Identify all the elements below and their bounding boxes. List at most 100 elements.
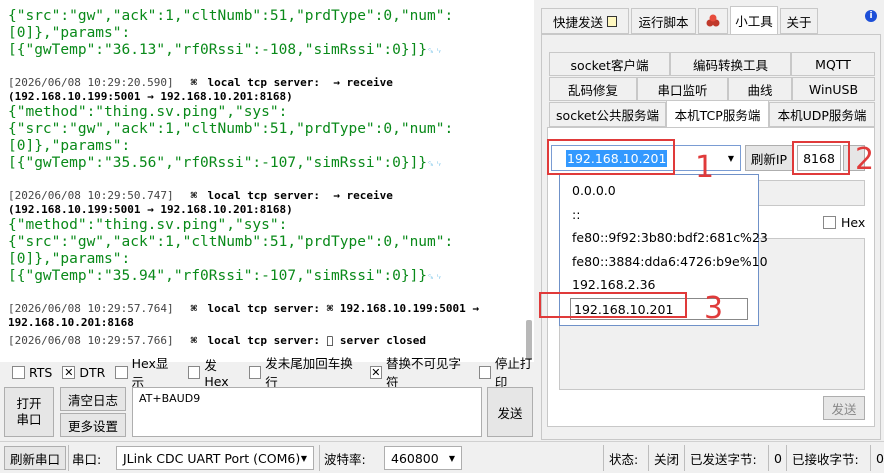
option-label: 替换不可见字符 bbox=[386, 356, 462, 390]
log-address-line: (192.168.10.199:5001 → 192.168.10.201:81… bbox=[8, 90, 293, 103]
option-5-checkbox[interactable]: ✕ 替换不可见字符 bbox=[369, 356, 469, 390]
unchecked-icon[interactable] bbox=[248, 365, 262, 379]
tab-curve[interactable]: 曲线 bbox=[728, 77, 792, 101]
note-icon bbox=[607, 15, 617, 27]
log-json-text: [{"gwTemp":"36.13","rf0Rssi":-108,"simRs… bbox=[8, 42, 428, 58]
log-json-line: {"method":"thing.sv.ping","sys": bbox=[8, 217, 287, 234]
log-json-line: {"method":"thing.sv.ping","sys": bbox=[8, 104, 287, 121]
option-3-checkbox[interactable]: 发Hex bbox=[188, 358, 239, 389]
option-4-checkbox[interactable]: 发未尾加回车换行 bbox=[248, 356, 360, 390]
annotation-number-2: 2 bbox=[855, 142, 875, 177]
log-address-line: (192.168.10.199:5001 → 192.168.10.201:81… bbox=[8, 203, 293, 216]
recv-bytes-label: 已接收字节: bbox=[792, 451, 859, 467]
tab-socket-public-server[interactable]: socket公共服务端 bbox=[549, 102, 666, 127]
options-row: RTS ✕ DTR Hex显示 发Hex 发未尾加回车换行 ✕ 替换不可见字符 停止打印 bbox=[12, 356, 542, 390]
ip-option[interactable]: :: bbox=[572, 204, 750, 226]
tab-local-udp-server[interactable]: 本机UDP服务端 bbox=[769, 102, 875, 127]
hex-label: Hex bbox=[841, 215, 866, 230]
option-label: 发未尾加回车换行 bbox=[265, 356, 353, 390]
server-send-button[interactable]: 发送 bbox=[823, 396, 865, 420]
hex-checkbox-box[interactable] bbox=[823, 216, 836, 229]
log-event-text: local tcp server: → receive bbox=[207, 189, 393, 202]
log-address-line: 192.168.10.201:8168 bbox=[8, 316, 134, 329]
chevron-down-icon: ▼ bbox=[300, 453, 307, 463]
divider bbox=[786, 445, 787, 471]
option-0-checkbox[interactable]: RTS bbox=[12, 363, 52, 381]
crlf-marker: ␍␊ bbox=[427, 47, 444, 57]
log-json-line: [{"gwTemp":"35.94","rf0Rssi":-107,"simRs… bbox=[8, 268, 443, 285]
log-json-text: {"src":"gw","ack":1,"cltNumb":51,"prdTyp… bbox=[8, 121, 454, 137]
log-panel[interactable]: {"src":"gw","ack":1,"cltNumb":51,"prdTyp… bbox=[0, 0, 534, 362]
unchecked-icon[interactable] bbox=[115, 365, 128, 379]
ip-option[interactable]: fe80::3884:dda6:4726:b9e%10 bbox=[572, 251, 768, 273]
unchecked-icon[interactable] bbox=[478, 365, 491, 379]
checked-icon[interactable]: ✕ bbox=[369, 365, 383, 379]
log-json-line: {"src":"gw","ack":1,"cltNumb":51,"prdTyp… bbox=[8, 234, 453, 251]
port-select[interactable]: JLink CDC UART Port (COM6) ▼ bbox=[116, 446, 314, 470]
hex-checkbox[interactable]: Hex bbox=[823, 215, 865, 230]
ip-option[interactable]: 0.0.0.0 bbox=[572, 180, 750, 202]
send-input[interactable]: AT+BAUD9 bbox=[132, 387, 482, 437]
refresh-port-button[interactable]: 刷新串口 bbox=[4, 446, 66, 470]
option-label: RTS bbox=[29, 364, 53, 380]
tab-quick-send[interactable]: 快捷发送 bbox=[541, 8, 629, 34]
option-2-checkbox[interactable]: Hex显示 bbox=[115, 356, 178, 390]
tab-tools[interactable]: 小工具 bbox=[730, 6, 778, 35]
chevron-down-icon: ▼ bbox=[448, 453, 455, 463]
log-json-text: [0]},"params": bbox=[8, 251, 131, 267]
log-timestamp: [2026/06/08 10:29:20.590] bbox=[8, 76, 174, 89]
open-port-button[interactable]: 打开 串口 bbox=[4, 387, 54, 437]
checked-icon[interactable]: ✕ bbox=[62, 365, 76, 379]
tab-winusb[interactable]: WinUSB bbox=[792, 77, 875, 101]
tab-socket-client[interactable]: socket客户端 bbox=[549, 52, 670, 76]
tab-plugins[interactable] bbox=[698, 8, 728, 34]
tab-about[interactable]: 关于 bbox=[780, 8, 818, 34]
tab-garble-fix[interactable]: 乱码修复 bbox=[549, 77, 637, 101]
unchecked-icon[interactable] bbox=[188, 365, 201, 379]
log-json-text: [{"gwTemp":"35.56","rf0Rssi":-107,"simRs… bbox=[8, 155, 428, 171]
ip-option[interactable]: fe80::9f92:3b80:bdf2:681c%23 bbox=[572, 227, 768, 249]
log-timestamp: [2026/06/08 10:29:57.764] bbox=[8, 302, 174, 315]
tab-encoding-tool[interactable]: 编码转换工具 bbox=[670, 52, 791, 76]
option-label: 停止打印 bbox=[494, 356, 533, 390]
divider bbox=[870, 445, 871, 471]
divider bbox=[319, 445, 320, 471]
baud-select-value: 460800 bbox=[391, 450, 439, 466]
server-icon: ⌘ bbox=[190, 302, 198, 315]
log-timestamp: [2026/06/08 10:29:50.747] bbox=[8, 189, 174, 202]
tab-quick-send-label: 快捷发送 bbox=[552, 14, 603, 30]
baud-select[interactable]: 460800 ▼ bbox=[384, 446, 462, 470]
server-icon: ⌘ bbox=[190, 189, 198, 202]
annotation-number-3: 3 bbox=[704, 291, 724, 326]
annotation-box-3 bbox=[539, 292, 687, 318]
tab-mqtt[interactable]: MQTT bbox=[791, 52, 875, 76]
send-button[interactable]: 发送 bbox=[487, 387, 533, 437]
log-json-text: [{"gwTemp":"35.94","rf0Rssi":-107,"simRs… bbox=[8, 268, 428, 284]
log-json-line: [{"gwTemp":"36.13","rf0Rssi":-108,"simRs… bbox=[8, 42, 443, 59]
log-meta-line: [2026/06/08 10:29:50.747] ⌘ local tcp se… bbox=[8, 189, 393, 203]
server-icon: ⌘ bbox=[190, 334, 198, 347]
more-settings-button[interactable]: 更多设置 bbox=[60, 413, 126, 437]
log-json-line: [{"gwTemp":"35.56","rf0Rssi":-107,"simRs… bbox=[8, 155, 443, 172]
log-event-text: local tcp server: → receive bbox=[207, 76, 393, 89]
server-icon: ⌘ bbox=[190, 76, 198, 89]
unchecked-icon[interactable] bbox=[12, 365, 25, 379]
annotation-box-2 bbox=[792, 141, 850, 175]
tab-port-monitor[interactable]: 串口监听 bbox=[637, 77, 728, 101]
tab-local-tcp-server[interactable]: 本机TCP服务端 bbox=[666, 100, 769, 128]
log-json-text: {"method":"thing.sv.ping","sys": bbox=[8, 104, 288, 120]
recv-bytes-value: 0 bbox=[876, 450, 884, 466]
divider bbox=[648, 445, 649, 471]
tab-run-script[interactable]: 运行脚本 bbox=[631, 8, 696, 34]
clear-log-button[interactable]: 清空日志 bbox=[60, 387, 126, 411]
refresh-ip-button[interactable]: 刷新IP bbox=[745, 145, 793, 171]
annotation-box-1 bbox=[547, 139, 675, 175]
port-label: 串口: bbox=[72, 451, 102, 467]
option-label: Hex显示 bbox=[131, 356, 169, 390]
option-1-checkbox[interactable]: ✕ DTR bbox=[62, 363, 105, 381]
sent-bytes-value: 0 bbox=[774, 450, 782, 466]
info-icon[interactable]: i bbox=[865, 10, 877, 22]
option-6-checkbox[interactable]: 停止打印 bbox=[478, 356, 542, 390]
log-meta-line: [2026/06/08 10:29:57.766] ⌘ local tcp se… bbox=[8, 334, 426, 348]
log-json-line: [0]},"params": bbox=[8, 25, 130, 42]
